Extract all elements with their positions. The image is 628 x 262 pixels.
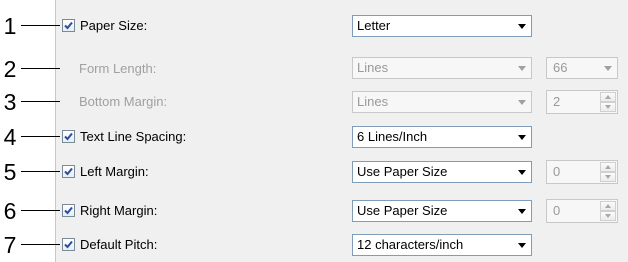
default-pitch-checkbox[interactable] — [62, 238, 75, 251]
default-pitch-value: 12 characters/inch — [357, 237, 464, 252]
default-pitch-label: Default Pitch: — [80, 237, 158, 252]
chevron-down-icon — [518, 66, 526, 71]
text-line-spacing-label: Text Line Spacing: — [80, 129, 187, 144]
paper-size-select[interactable]: Letter — [352, 15, 532, 37]
callout-4: 4 — [0, 125, 60, 149]
bottom-margin-value: Lines — [357, 94, 389, 109]
arrow-up-icon — [605, 95, 611, 99]
left-margin-spinner[interactable]: 0 — [546, 160, 618, 184]
paper-size-checkbox[interactable] — [62, 19, 75, 32]
left-margin-label: Left Margin: — [80, 164, 149, 179]
checkmark-icon — [64, 167, 73, 176]
callout-number: 6 — [3, 198, 17, 224]
callout-number: 2 — [3, 56, 17, 82]
checkmark-icon — [64, 206, 73, 215]
paper-size-label: Paper Size: — [80, 18, 148, 33]
text-line-spacing-value: 6 Lines/Inch — [357, 129, 428, 144]
row-left-margin: 5 Left Margin: Use Paper Size 0 — [0, 160, 628, 184]
callout-7: 7 — [0, 233, 60, 257]
spinner-up-button[interactable] — [600, 201, 616, 211]
spinner-down-button[interactable] — [600, 211, 616, 221]
chevron-down-icon — [518, 24, 526, 29]
form-length-label: Form Length: — [79, 61, 157, 76]
callout-number: 7 — [3, 232, 17, 258]
default-pitch-select[interactable]: 12 characters/inch — [352, 234, 532, 256]
arrow-up-icon — [605, 165, 611, 169]
arrow-down-icon — [605, 175, 611, 179]
row-text-line-spacing: 4 Text Line Spacing: 6 Lines/Inch — [0, 125, 628, 149]
row-default-pitch: 7 Default Pitch: 12 characters/inch — [0, 233, 628, 257]
callout-leader-line — [21, 210, 60, 211]
row-paper-size: 1 Paper Size: Letter — [0, 14, 628, 38]
row-bottom-margin: 3 Bottom Margin: Lines 2 — [0, 90, 628, 114]
callout-6: 6 — [0, 199, 60, 223]
spinner-up-button[interactable] — [600, 92, 616, 102]
callout-number: 5 — [3, 159, 17, 185]
callout-2: 2 — [0, 57, 60, 81]
callout-leader-line — [21, 171, 60, 172]
form-length-value: Lines — [357, 60, 389, 75]
row-form-length: 2 Form Length: Lines 66 — [0, 57, 628, 81]
spinner-up-button[interactable] — [600, 162, 616, 172]
chevron-down-icon — [518, 243, 526, 248]
callout-leader-line — [21, 244, 60, 245]
form-length-select[interactable]: Lines — [352, 57, 532, 79]
callout-leader-line — [21, 68, 60, 69]
bottom-margin-select[interactable]: Lines — [352, 91, 532, 113]
spinner-arrows-icon — [600, 201, 616, 221]
callout-3: 3 — [0, 90, 60, 114]
chevron-down-icon — [518, 170, 526, 175]
callout-5: 5 — [0, 160, 60, 184]
right-margin-spinner-value: 0 — [553, 203, 561, 218]
spinner-arrows-icon — [600, 162, 616, 182]
left-margin-checkbox[interactable] — [62, 165, 75, 178]
right-margin-spinner[interactable]: 0 — [546, 199, 618, 223]
checkmark-icon — [64, 132, 73, 141]
right-margin-value: Use Paper Size — [357, 203, 448, 218]
right-margin-label: Right Margin: — [80, 203, 158, 218]
left-margin-select[interactable]: Use Paper Size — [352, 161, 532, 183]
form-length-lines-value: 66 — [553, 60, 568, 75]
spinner-down-button[interactable] — [600, 102, 616, 112]
arrow-up-icon — [605, 204, 611, 208]
spinner-arrows-icon — [600, 92, 616, 112]
bottom-margin-label: Bottom Margin: — [79, 94, 168, 109]
chevron-down-icon — [518, 209, 526, 214]
row-right-margin: 6 Right Margin: Use Paper Size 0 — [0, 199, 628, 223]
paper-size-value: Letter — [357, 18, 391, 33]
callout-leader-line — [21, 136, 60, 137]
callout-leader-line — [21, 101, 60, 102]
bottom-margin-spinner[interactable]: 2 — [546, 90, 618, 114]
callout-number: 3 — [3, 89, 17, 115]
callout-1: 1 — [0, 14, 60, 38]
checkmark-icon — [64, 21, 73, 30]
right-margin-checkbox[interactable] — [62, 204, 75, 217]
chevron-down-icon — [518, 100, 526, 105]
callout-number: 1 — [3, 13, 17, 39]
left-margin-value: Use Paper Size — [357, 164, 448, 179]
callout-number: 4 — [3, 124, 17, 150]
left-margin-spinner-value: 0 — [553, 164, 561, 179]
text-line-spacing-select[interactable]: 6 Lines/Inch — [352, 126, 532, 148]
checkmark-icon — [64, 240, 73, 249]
chevron-down-icon — [518, 135, 526, 140]
text-line-spacing-checkbox[interactable] — [62, 130, 75, 143]
chevron-down-icon — [604, 66, 612, 71]
arrow-down-icon — [605, 105, 611, 109]
arrow-down-icon — [605, 214, 611, 218]
spinner-down-button[interactable] — [600, 172, 616, 182]
right-margin-select[interactable]: Use Paper Size — [352, 200, 532, 222]
callout-leader-line — [21, 25, 60, 26]
form-length-lines-select[interactable]: 66 — [546, 57, 618, 79]
bottom-margin-spinner-value: 2 — [553, 94, 561, 109]
